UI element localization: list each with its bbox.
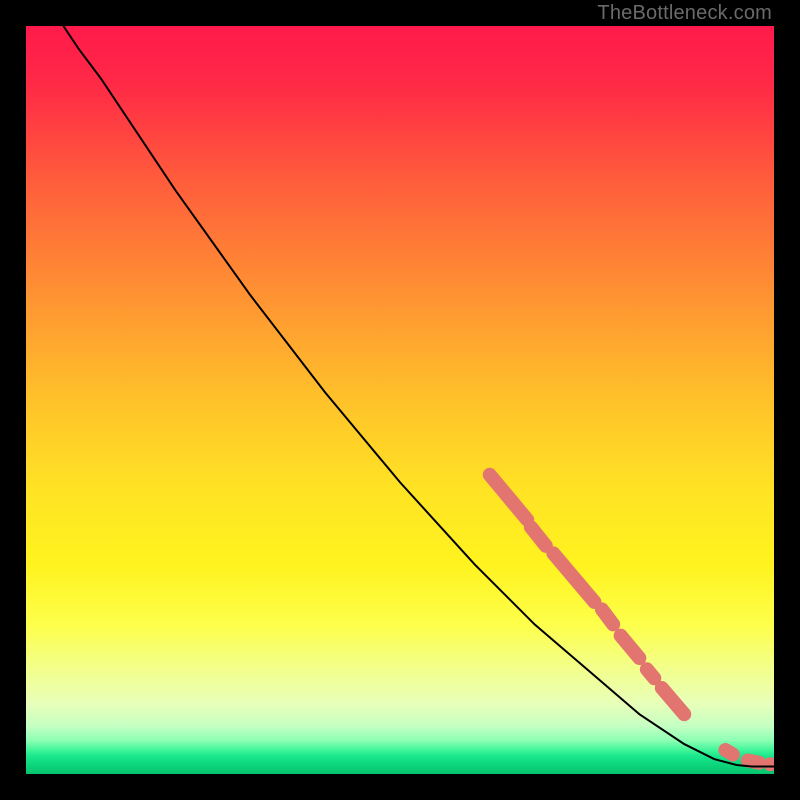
chart-svg [26,26,774,774]
highlight-segment [725,750,732,754]
highlight-segment [748,761,759,763]
highlight-segment [647,669,654,678]
highlight-segment [602,609,613,624]
watermark-text: TheBottleneck.com [597,2,772,25]
chart-frame: TheBottleneck.com [0,0,800,800]
gradient-background [26,26,774,774]
plot-area [26,26,774,774]
